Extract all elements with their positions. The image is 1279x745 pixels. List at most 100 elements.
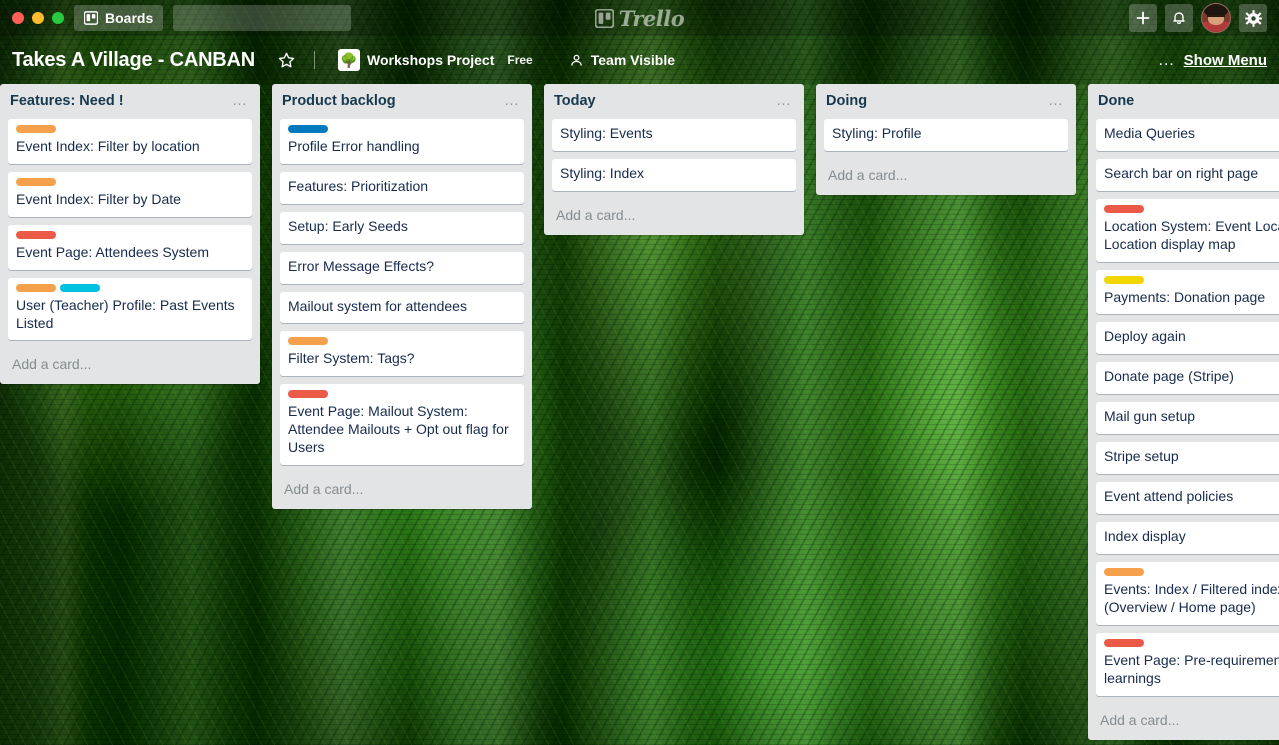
card[interactable]: Deploy again bbox=[1096, 322, 1279, 355]
card[interactable]: Event Index: Filter by Date bbox=[8, 171, 252, 217]
card[interactable]: Event Page: Attendees System bbox=[8, 224, 252, 270]
card[interactable]: Media Queries bbox=[1096, 118, 1279, 151]
list-title[interactable]: Done bbox=[1098, 93, 1279, 110]
list-header[interactable]: Features: Need !… bbox=[0, 84, 260, 119]
card[interactable]: Filter System: Tags? bbox=[280, 331, 524, 377]
list-menu-button[interactable]: … bbox=[770, 93, 794, 107]
card-label[interactable] bbox=[16, 283, 56, 292]
add-card-button[interactable]: Add a card... bbox=[0, 348, 260, 384]
add-button[interactable] bbox=[1129, 4, 1157, 32]
card-labels bbox=[1104, 275, 1279, 284]
card-label[interactable] bbox=[288, 124, 328, 133]
card[interactable]: Event attend policies bbox=[1096, 482, 1279, 514]
card-list: Styling: Events Styling: Index bbox=[544, 118, 804, 199]
avatar[interactable] bbox=[1201, 3, 1231, 33]
card-labels bbox=[16, 124, 244, 133]
card-label[interactable] bbox=[16, 177, 56, 186]
card-label[interactable] bbox=[1104, 204, 1144, 213]
card-labels bbox=[1104, 204, 1279, 213]
list-header[interactable]: Done… bbox=[1088, 84, 1279, 119]
gear-icon bbox=[1244, 9, 1262, 27]
show-menu-button[interactable]: Show Menu bbox=[1184, 52, 1267, 69]
board-title[interactable]: Takes A Village - CANBAN bbox=[12, 49, 255, 72]
card[interactable]: Features: Prioritization bbox=[280, 171, 524, 204]
card-title: Location System: Event Location, Locatio… bbox=[1104, 217, 1279, 252]
list-menu-button[interactable]: … bbox=[226, 93, 250, 107]
settings-button[interactable] bbox=[1239, 4, 1267, 32]
card[interactable]: Events: Index / Filtered index (Overview… bbox=[1096, 561, 1279, 625]
card[interactable]: Styling: Index bbox=[552, 158, 796, 191]
list-title[interactable]: Product backlog bbox=[282, 93, 498, 110]
list-title[interactable]: Today bbox=[554, 93, 770, 110]
boards-button[interactable]: Boards bbox=[74, 5, 164, 31]
card-title: Search bar on right page bbox=[1104, 164, 1259, 181]
card-title: Donate page (Stripe) bbox=[1104, 368, 1234, 385]
window-close-button[interactable] bbox=[12, 12, 24, 24]
card[interactable]: User (Teacher) Profile: Past Events List… bbox=[8, 277, 252, 341]
card[interactable]: Location System: Event Location, Locatio… bbox=[1096, 198, 1279, 262]
card-list: Profile Error handling Features: Prioriti… bbox=[272, 118, 532, 473]
plus-icon bbox=[1136, 11, 1150, 25]
card[interactable]: Event Index: Filter by location bbox=[8, 118, 252, 164]
window-traffic-lights bbox=[8, 12, 74, 24]
window-minimize-button[interactable] bbox=[32, 12, 44, 24]
list-menu-button[interactable]: … bbox=[498, 93, 522, 107]
add-card-button[interactable]: Add a card... bbox=[1088, 704, 1279, 740]
card-label[interactable] bbox=[16, 124, 56, 133]
card-title: Mailout system for attendees bbox=[288, 297, 467, 314]
card[interactable]: Mailout system for attendees bbox=[280, 291, 524, 324]
people-icon bbox=[570, 54, 582, 66]
card-label[interactable] bbox=[1104, 275, 1144, 284]
card[interactable]: Search bar on right page bbox=[1096, 158, 1279, 191]
card[interactable]: Error Message Effects? bbox=[280, 251, 524, 284]
global-top-bar: Boards Trello bbox=[0, 0, 1279, 36]
trello-wordmark: Trello bbox=[618, 5, 685, 31]
board-header: Takes A Village - CANBAN 🌳 Workshops Pro… bbox=[0, 36, 1279, 84]
card-label[interactable] bbox=[1104, 638, 1144, 647]
star-board-button[interactable] bbox=[269, 47, 304, 74]
search-input[interactable] bbox=[181, 10, 358, 26]
card[interactable]: Index display bbox=[1096, 522, 1279, 554]
card-label[interactable] bbox=[1104, 567, 1144, 576]
search-box[interactable] bbox=[173, 5, 358, 31]
card[interactable]: Event Page: Mailout System: Attendee Mai… bbox=[280, 384, 524, 466]
card-label[interactable] bbox=[288, 390, 328, 399]
list: Today… Styling: Events Styling: Index Add a… bbox=[544, 84, 804, 235]
team-button[interactable]: 🌳 Workshops Project Free bbox=[329, 44, 542, 76]
list-title[interactable]: Features: Need ! bbox=[10, 93, 226, 110]
board-canvas: Features: Need !… Event Index: Filter by … bbox=[0, 84, 1279, 745]
card-title: Styling: Index bbox=[560, 164, 645, 181]
card[interactable]: Styling: Profile bbox=[824, 118, 1068, 151]
list-header[interactable]: Product backlog… bbox=[272, 84, 532, 119]
card-title: Styling: Events bbox=[560, 124, 653, 141]
card-label[interactable] bbox=[16, 230, 56, 239]
add-card-button[interactable]: Add a card... bbox=[816, 159, 1076, 195]
visibility-label: Team Visible bbox=[590, 52, 676, 68]
card-label[interactable] bbox=[288, 337, 328, 346]
notifications-button[interactable] bbox=[1165, 4, 1193, 32]
card[interactable]: Stripe setup bbox=[1096, 442, 1279, 475]
board-more-options-button[interactable]: … bbox=[1158, 50, 1176, 70]
window-zoom-button[interactable] bbox=[52, 12, 64, 24]
card-label[interactable] bbox=[60, 283, 100, 292]
card[interactable]: Donate page (Stripe) bbox=[1096, 362, 1279, 395]
card[interactable]: Mail gun setup bbox=[1096, 402, 1279, 435]
add-card-button[interactable]: Add a card... bbox=[544, 199, 804, 235]
card-title: Events: Index / Filtered index (Overview… bbox=[1104, 580, 1279, 615]
card[interactable]: Profile Error handling bbox=[280, 118, 524, 164]
list-header[interactable]: Today… bbox=[544, 84, 804, 119]
card-labels bbox=[16, 230, 244, 239]
card-title: Event attend policies bbox=[1104, 488, 1234, 505]
list-title[interactable]: Doing bbox=[826, 93, 1042, 110]
card[interactable]: Styling: Events bbox=[552, 118, 796, 151]
card-title: Deploy again bbox=[1104, 328, 1186, 345]
card[interactable]: Setup: Early Seeds bbox=[280, 211, 524, 244]
visibility-button[interactable]: Team Visible bbox=[560, 47, 684, 73]
card[interactable]: Payments: Donation page bbox=[1096, 269, 1279, 315]
card[interactable]: Event Page: Pre-requirements / learnings bbox=[1096, 632, 1279, 696]
list-menu-button[interactable]: … bbox=[1042, 93, 1066, 107]
list-header[interactable]: Doing… bbox=[816, 84, 1076, 119]
card-title: Filter System: Tags? bbox=[288, 350, 415, 367]
bell-icon bbox=[1173, 12, 1185, 25]
add-card-button[interactable]: Add a card... bbox=[272, 473, 532, 509]
